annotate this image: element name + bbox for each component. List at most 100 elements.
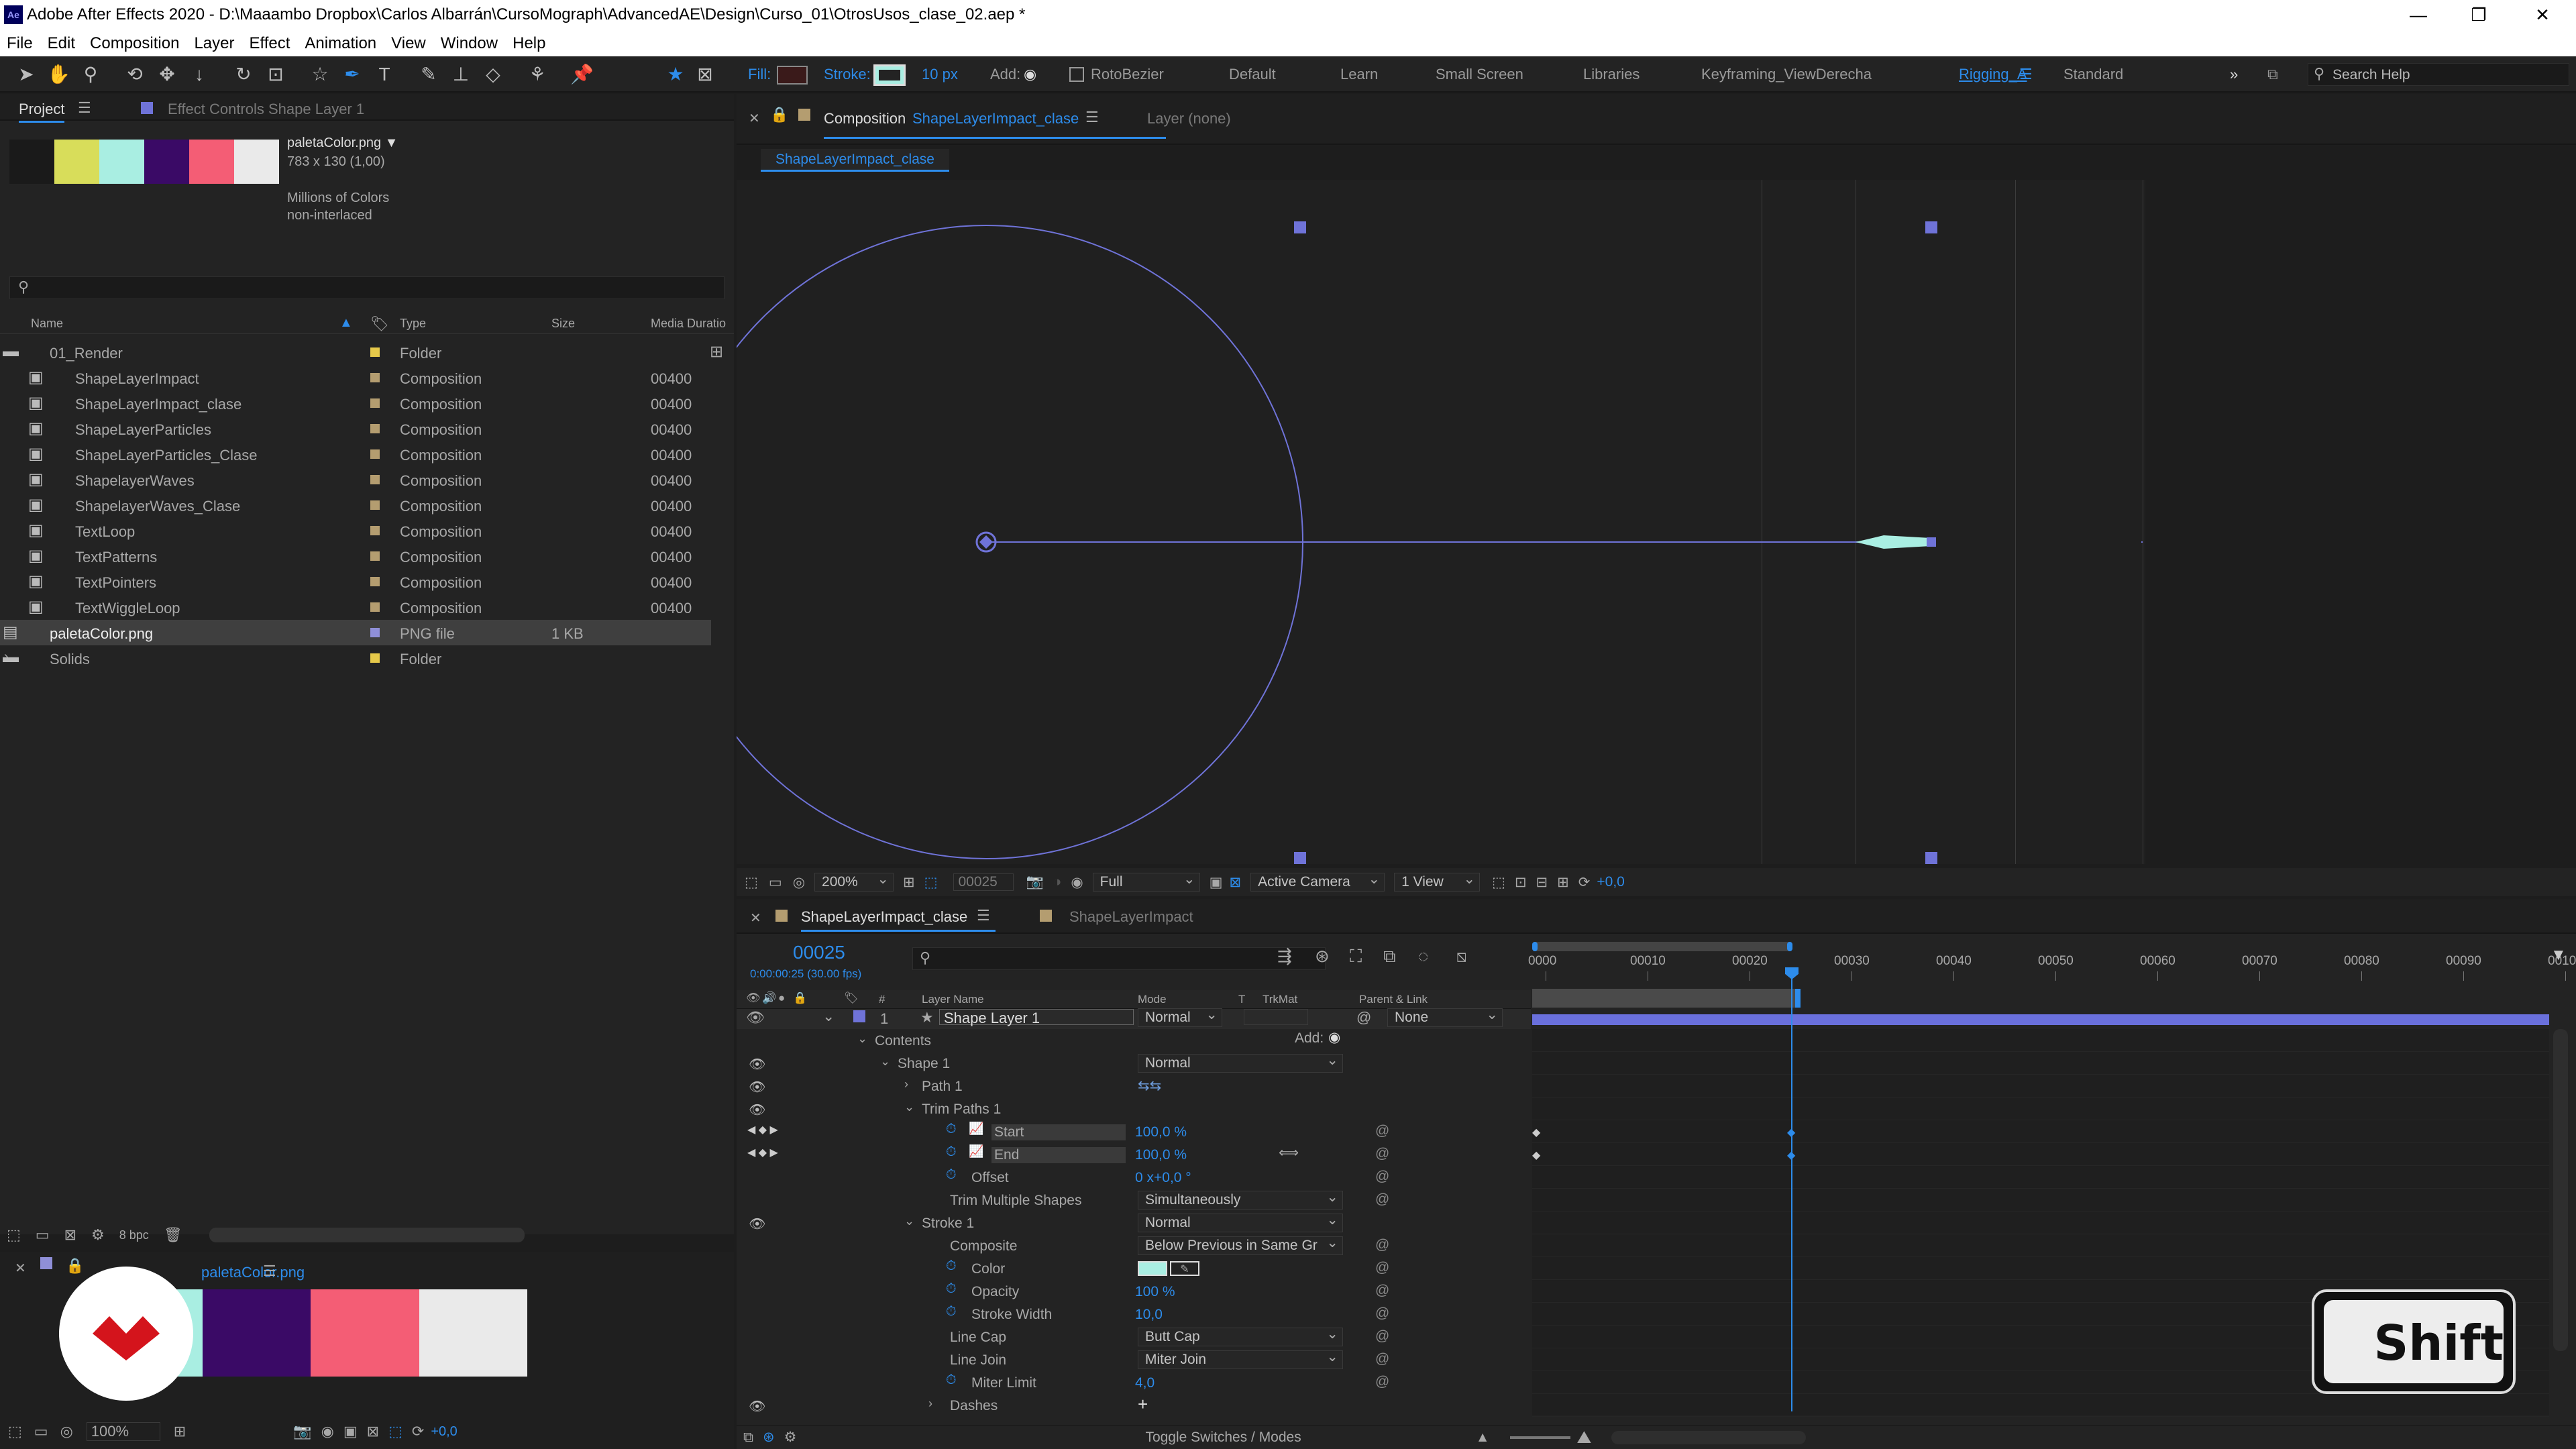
project-menu-icon[interactable]: ☰ xyxy=(78,99,91,117)
fill-swatch[interactable] xyxy=(777,66,808,85)
timecode-display[interactable]: 00025 xyxy=(793,942,845,963)
project-item-6[interactable]: ▣ ShapelayerWaves_Clase Composition 00400 xyxy=(0,492,711,518)
workspace-rigging-a[interactable]: Rigging_A xyxy=(1959,66,2027,83)
timeline-h-scrollbar[interactable] xyxy=(1611,1430,1807,1444)
playhead[interactable] xyxy=(1791,969,1792,1411)
project-item-12[interactable]: › ▬ Solids Folder xyxy=(0,645,711,671)
expression-pickwhip-icon[interactable]: @ xyxy=(1375,1351,1389,1367)
mask-icon[interactable]: ◎ xyxy=(793,874,805,891)
project-item-3[interactable]: ▣ ShapeLayerParticles Composition 00400 xyxy=(0,416,711,441)
workspace-small-screen[interactable]: Small Screen xyxy=(1436,66,1523,83)
hand-tool-icon[interactable]: ✋ xyxy=(47,63,70,86)
menu-composition[interactable]: Composition xyxy=(90,34,179,53)
path-direction-icon[interactable]: ⇆⇆ xyxy=(1138,1077,1161,1094)
solo-toggle-icon[interactable]: ● xyxy=(778,991,785,1005)
region-icon[interactable]: ⬚ xyxy=(8,1423,22,1440)
label-swatch[interactable] xyxy=(370,526,380,535)
zoom-out-time-icon[interactable]: ▼ xyxy=(2551,946,2568,964)
property-row-dashes[interactable]: 👁 › Dashes + xyxy=(737,1394,1531,1417)
new-composition-icon[interactable]: ⊠ xyxy=(64,1226,76,1244)
property-dropdown[interactable]: Miter Join xyxy=(1138,1348,1343,1369)
label-swatch[interactable] xyxy=(370,475,380,484)
property-row-start[interactable]: ⏱ ◀ ◆ ▶ 📈 Start 100,0 % @ xyxy=(737,1120,1531,1143)
label-swatch[interactable] xyxy=(370,398,380,408)
expression-pickwhip-icon[interactable]: @ xyxy=(1375,1123,1389,1139)
graph-icon[interactable]: 📈 xyxy=(969,1122,983,1136)
transparency-grid-icon[interactable]: ⊠ xyxy=(367,1423,379,1440)
timeline-track[interactable] xyxy=(1532,1189,2549,1212)
more-workspaces-icon[interactable]: » xyxy=(2230,66,2238,83)
timeline-track[interactable]: ◆◆ xyxy=(1532,1120,2549,1143)
add-button-icon[interactable]: ◉ xyxy=(1024,66,1036,83)
graph-icon[interactable]: 📈 xyxy=(969,1144,983,1159)
bounding-handle[interactable] xyxy=(1925,852,1937,864)
sort-ascending-icon[interactable]: ▲ xyxy=(339,315,353,331)
trash-icon[interactable]: 🗑 xyxy=(164,1226,182,1244)
label-swatch[interactable] xyxy=(370,449,380,459)
property-row-line-join[interactable]: Line Join Miter Join @ xyxy=(737,1348,1531,1371)
bounding-handle[interactable] xyxy=(1925,221,1937,233)
close-button[interactable]: ✕ xyxy=(2519,1,2566,28)
twirl-icon[interactable]: ⌄ xyxy=(904,1100,914,1114)
video-toggle-icon[interactable]: 👁 xyxy=(746,991,761,1005)
close-tab-icon[interactable]: ✕ xyxy=(750,910,761,926)
workspace-keyframing[interactable]: Keyframing_ViewDerecha xyxy=(1701,66,1872,83)
snapping-icon[interactable]: ⊠ xyxy=(694,63,716,86)
label-swatch[interactable] xyxy=(370,347,380,357)
property-value[interactable]: 100,0 % xyxy=(1135,1147,1187,1163)
property-row-composite[interactable]: Composite Below Previous in Same Gr @ xyxy=(737,1234,1531,1257)
comp-exposure[interactable]: +0,0 xyxy=(1597,874,1624,890)
workspace-standard[interactable]: Standard xyxy=(2063,66,2123,83)
property-value[interactable]: 100 % xyxy=(1135,1284,1175,1300)
always-preview-icon[interactable]: ⬚ xyxy=(745,874,758,891)
twirl-open-icon[interactable]: ⌄ xyxy=(822,1008,835,1025)
twirl-icon[interactable]: ⌄ xyxy=(904,1214,914,1228)
label-swatch[interactable] xyxy=(370,653,380,663)
property-row-color[interactable]: ⏱ Color ✎ @ xyxy=(737,1257,1531,1280)
label-swatch[interactable] xyxy=(370,551,380,561)
timeline-track[interactable] xyxy=(1532,1212,2549,1234)
dolly-camera-icon[interactable]: ↓ xyxy=(188,63,211,86)
col-mode[interactable]: Mode xyxy=(1138,993,1167,1006)
fast-draft-icon[interactable]: ⊡ xyxy=(1515,874,1527,891)
keyframe-navigator[interactable]: ◀ ◆ ▶ xyxy=(747,1123,778,1136)
stopwatch-icon[interactable]: ⏱ xyxy=(946,1144,957,1160)
camera-dropdown[interactable]: Active Camera xyxy=(1250,871,1385,892)
project-item-9[interactable]: ▣ TextPointers Composition 00400 xyxy=(0,569,711,594)
visibility-icon[interactable]: 👁 xyxy=(749,1079,765,1095)
roto-brush-icon[interactable]: ⚘ xyxy=(526,63,549,86)
pan-camera-icon[interactable]: ✥ xyxy=(156,63,178,86)
bpc-label[interactable]: 8 bpc xyxy=(119,1228,149,1242)
trkmat-dropdown[interactable] xyxy=(1244,1009,1308,1025)
search-help-box[interactable]: ⚲ Search Help xyxy=(2308,63,2569,86)
grid-icon[interactable]: ⊞ xyxy=(174,1423,186,1440)
expression-pickwhip-icon[interactable]: @ xyxy=(1375,1374,1389,1390)
timeline-tab-inactive[interactable]: ShapeLayerImpact xyxy=(1069,908,1193,926)
timeline-search-input[interactable]: ⚲ xyxy=(912,947,1326,970)
link-icon[interactable]: ⟺ xyxy=(1279,1144,1299,1161)
timeline-tab-active[interactable]: ShapeLayerImpact_clase xyxy=(801,908,967,926)
project-item-5[interactable]: ▣ ShapelayerWaves Composition 00400 xyxy=(0,467,711,492)
in-out-icon[interactable]: ⚙ xyxy=(784,1429,797,1446)
label-swatch[interactable] xyxy=(370,628,380,637)
motion-blur-icon[interactable]: ◌ xyxy=(1418,946,1428,967)
keyframe-icon[interactable]: ◆ xyxy=(1532,1126,1540,1139)
shape-tool-icon[interactable]: ☆ xyxy=(309,63,331,86)
timeline-track[interactable] xyxy=(1532,1029,2549,1052)
maximize-button[interactable]: ❐ xyxy=(2455,1,2502,28)
resolution-dropdown[interactable]: Full xyxy=(1092,871,1200,892)
timeline-track[interactable] xyxy=(1532,1052,2549,1075)
property-row-opacity[interactable]: ⏱ Opacity 100 % @ xyxy=(737,1280,1531,1303)
selection-tool-icon[interactable]: ➤ xyxy=(15,63,38,86)
property-dropdown[interactable]: Normal xyxy=(1138,1052,1343,1073)
clone-stamp-icon[interactable]: ⊥ xyxy=(449,63,472,86)
twirl-icon[interactable]: › xyxy=(928,1397,932,1411)
timeline-icon[interactable]: ⊟ xyxy=(1536,874,1548,891)
zoom-out-icon[interactable]: ▲ xyxy=(1476,1430,1490,1446)
zoom-in-icon[interactable]: ⛰ xyxy=(1577,1427,1592,1448)
expression-pickwhip-icon[interactable]: @ xyxy=(1375,1260,1389,1276)
stroke-width[interactable]: 10 px xyxy=(922,66,958,83)
toggle-switches-modes[interactable]: Toggle Switches / Modes xyxy=(1145,1430,1301,1446)
property-value[interactable]: 10,0 xyxy=(1135,1307,1163,1323)
project-item-10[interactable]: ▣ TextWiggleLoop Composition 00400 xyxy=(0,594,711,620)
